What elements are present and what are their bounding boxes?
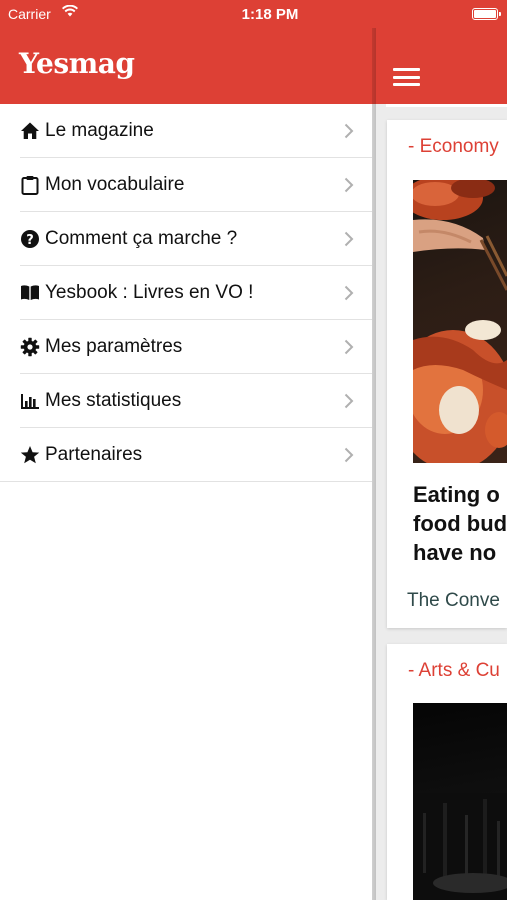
menu-item-label: Mon vocabulaire <box>45 174 185 195</box>
home-icon <box>20 120 42 142</box>
menu-item-mes-parametres[interactable]: Mes paramètres <box>0 320 372 374</box>
chevron-right-icon <box>344 393 354 409</box>
hamburger-menu-icon[interactable] <box>393 68 420 86</box>
menu-item-comment-ca-marche[interactable]: ? Comment ça marche ? <box>0 212 372 266</box>
menu-item-label: Partenaires <box>45 444 143 465</box>
star-icon <box>20 444 42 466</box>
app-logo: Yesmag <box>19 47 135 80</box>
navigation-drawer: Yesmag Le magazine Mon vocabulaire ? Com… <box>0 0 372 900</box>
menu-item-mes-statistiques[interactable]: Mes statistiques <box>0 374 372 428</box>
clock: 1:18 PM <box>241 6 299 23</box>
header-divider <box>386 104 507 107</box>
menu-item-label: Mes statistiques <box>45 390 182 411</box>
menu-item-label: Le magazine <box>45 120 154 141</box>
chevron-right-icon <box>344 177 354 193</box>
drawer-header: Yesmag <box>0 28 372 104</box>
article-card[interactable]: - Arts & Cu <box>387 644 507 900</box>
article-image-dark[interactable] <box>413 703 507 900</box>
chevron-right-icon <box>344 339 354 355</box>
svg-text:?: ? <box>26 233 34 248</box>
menu-item-label: Yesbook : Livres en VO ! <box>45 282 254 303</box>
bar-chart-icon <box>20 390 42 412</box>
clipboard-icon <box>20 174 42 196</box>
menu-item-label: Mes paramètres <box>45 336 183 357</box>
menu-item-partenaires[interactable]: Partenaires <box>0 428 372 482</box>
article-headline[interactable]: Eating o food bud have no <box>413 480 507 567</box>
article-category[interactable]: - Arts & Cu <box>408 660 500 682</box>
feed-panel[interactable]: - Economy Eating o food bud have no The … <box>372 0 507 900</box>
chevron-right-icon <box>344 231 354 247</box>
article-image-food[interactable] <box>413 180 507 463</box>
feed-header <box>372 28 507 104</box>
gear-icon <box>20 336 42 358</box>
question-circle-icon: ? <box>20 228 42 250</box>
menu-item-le-magazine[interactable]: Le magazine <box>0 104 372 158</box>
chevron-right-icon <box>344 285 354 301</box>
drawer-menu: Le magazine Mon vocabulaire ? Comment ça… <box>0 104 372 482</box>
book-icon <box>20 282 42 304</box>
battery-icon <box>472 8 501 20</box>
article-source: The Conve <box>407 590 500 611</box>
article-category[interactable]: - Economy <box>408 136 499 158</box>
chevron-right-icon <box>344 447 354 463</box>
menu-item-yesbook[interactable]: Yesbook : Livres en VO ! <box>0 266 372 320</box>
menu-item-mon-vocabulaire[interactable]: Mon vocabulaire <box>0 158 372 212</box>
chevron-right-icon <box>344 123 354 139</box>
status-bar: Carrier 1:18 PM <box>0 0 507 28</box>
menu-item-label: Comment ça marche ? <box>45 228 238 249</box>
article-card[interactable]: - Economy Eating o food bud have no The … <box>387 120 507 628</box>
